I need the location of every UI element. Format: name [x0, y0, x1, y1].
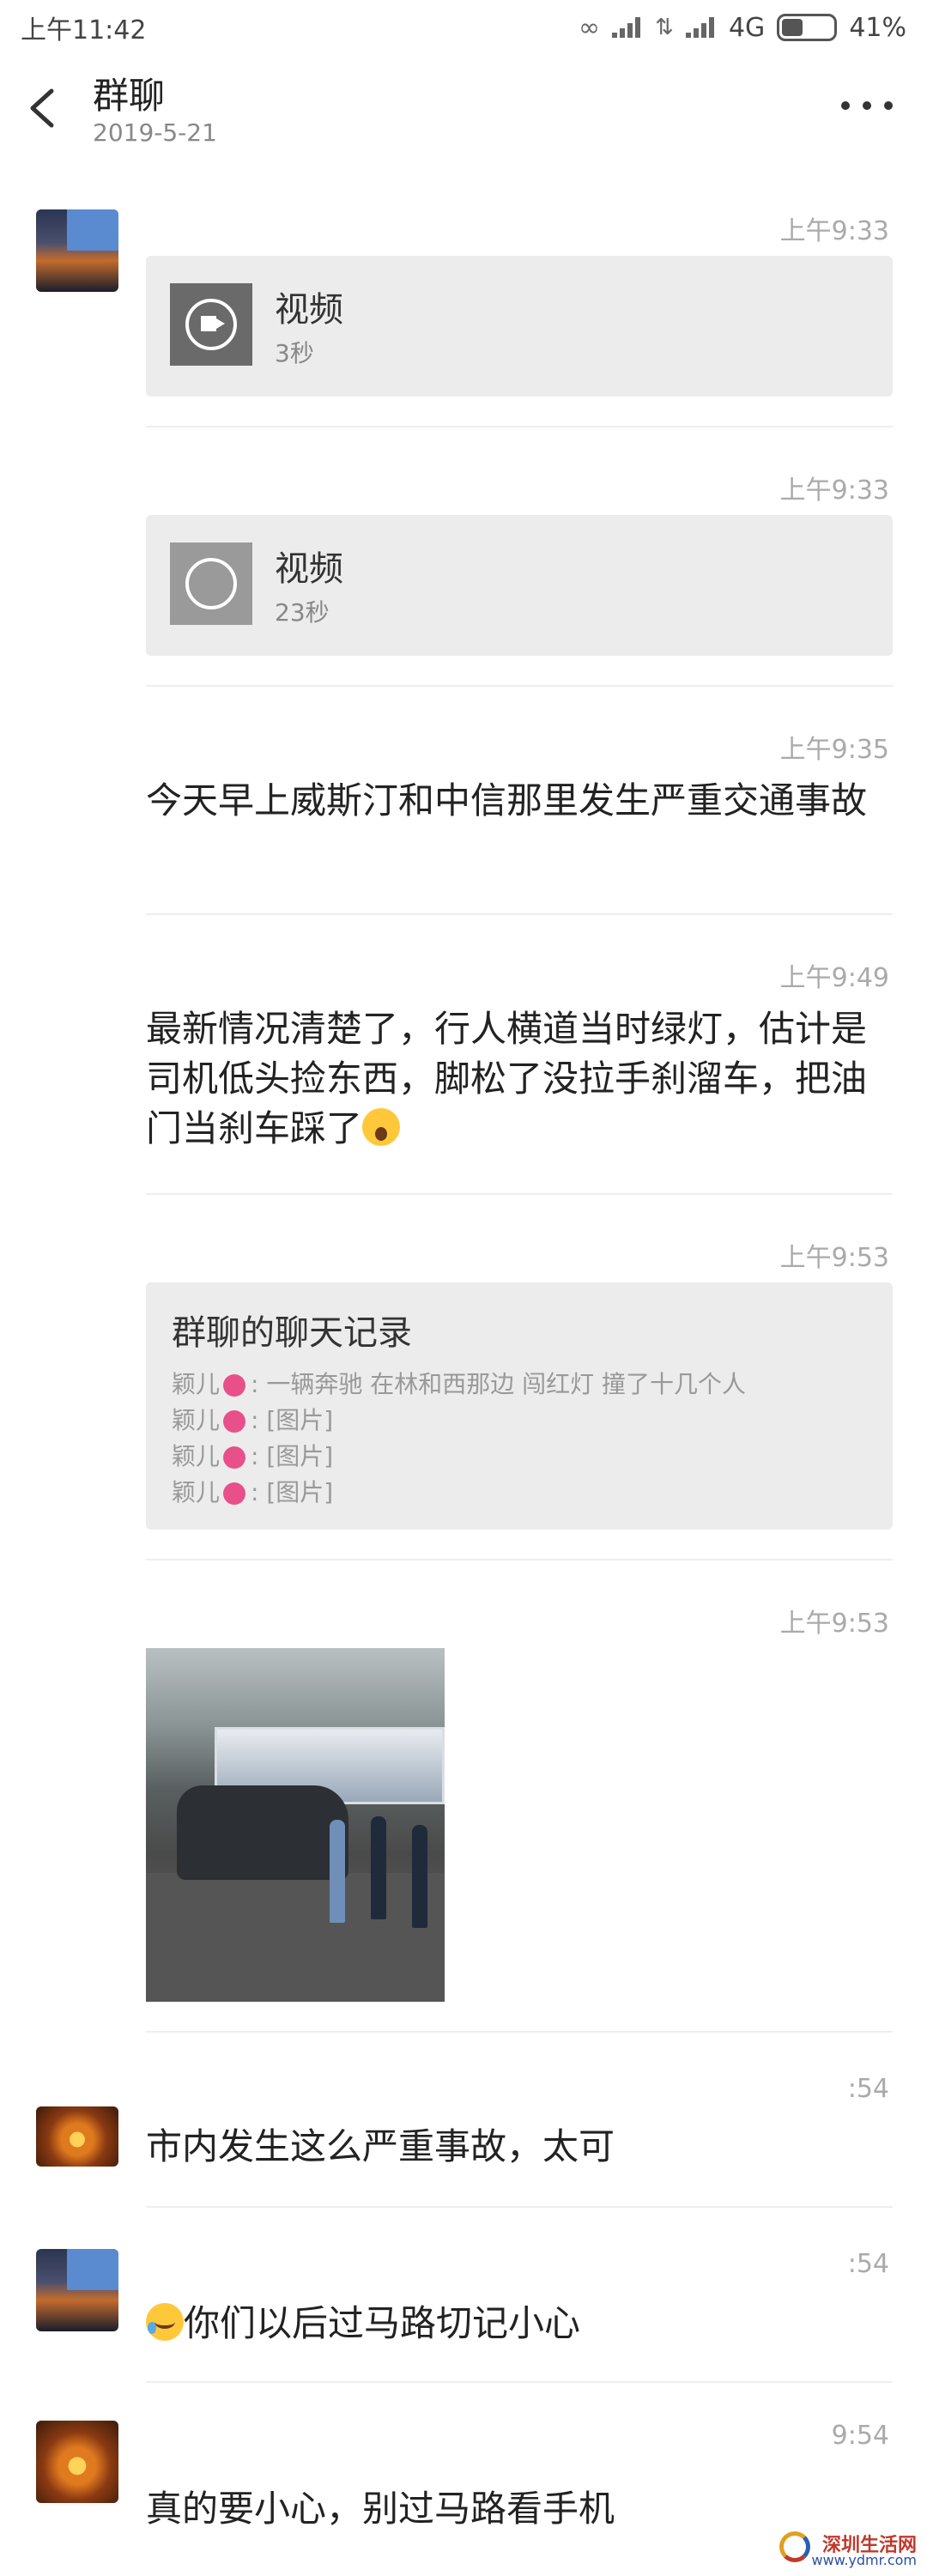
status-bar: 上午11:42 ∞ ⇅ 4G 41% [0, 0, 927, 55]
battery-percent: 41% [849, 12, 906, 43]
divider [146, 2031, 893, 2033]
peach-emoji-icon [223, 1482, 246, 1505]
message-video-1: 上午9:33 视频 3秒 [0, 184, 927, 441]
record-line: 颖儿: 一辆奔驰 在林和西那边 闯红灯 撞了十几个人 [172, 1370, 747, 1398]
message-chat-record: 上午9:53 群聊的聊天记录 颖儿: 一辆奔驰 在林和西那边 闯红灯 撞了十几个… [0, 1210, 927, 1571]
message-time: 上午9:49 [779, 963, 889, 993]
video-duration: 23秒 [275, 598, 330, 627]
peach-emoji-icon [223, 1446, 246, 1469]
message-time: 上午9:33 [779, 216, 889, 246]
video-card[interactable]: 视频 3秒 [146, 256, 893, 397]
status-icons: ∞ ⇅ 4G 41% [579, 13, 906, 43]
data-arrows-icon: ⇅ [655, 15, 674, 40]
video-duration: 3秒 [275, 339, 314, 367]
message-text-3: :54 市内发生这么严重事故，太可 [0, 2048, 927, 2220]
message-text: 你们以后过马路切记小心 [184, 2302, 581, 2344]
watermark-url: www.ydmr.com [811, 2552, 917, 2568]
video-thumbnail [170, 283, 252, 366]
accident-photo[interactable] [146, 1648, 445, 2002]
peach-emoji-icon [223, 1374, 246, 1397]
network-type: 4G [728, 12, 766, 43]
message-text: 今天早上威斯汀和中信那里发生严重交通事故 [146, 779, 868, 821]
message-time: :54 [847, 2074, 889, 2104]
record-line: 颖儿: [图片] [172, 1478, 334, 1506]
signal-icon [612, 17, 643, 38]
avatar[interactable] [36, 2249, 118, 2331]
message-time: 9:54 [831, 2421, 889, 2451]
divider [146, 426, 893, 427]
signal-icon-2 [685, 17, 717, 38]
message-text-2: 上午9:49 最新情况清楚了，行人横道当时绿灯，估计是司机低头捡东西，脚松了没拉… [0, 930, 927, 1188]
chat-header: 群聊 2019-5-21 [0, 55, 927, 158]
battery-icon [777, 14, 838, 41]
video-card[interactable]: 视频 23秒 [146, 515, 893, 656]
screaming-face-emoji-icon [362, 1108, 401, 1146]
chat-title: 群聊 [93, 75, 166, 117]
video-camera-icon [201, 316, 225, 331]
message-video-2: 上午9:33 视频 23秒 [0, 443, 927, 700]
peach-emoji-icon [223, 1410, 246, 1433]
back-arrow-icon[interactable] [26, 88, 60, 129]
avatar[interactable] [36, 209, 118, 292]
message-text-1: 上午9:35 今天早上威斯汀和中信那里发生严重交通事故 [0, 702, 927, 917]
avatar[interactable] [36, 2106, 118, 2167]
car-shape [177, 1785, 348, 1880]
divider [146, 1193, 893, 1195]
more-icon[interactable] [841, 93, 893, 118]
video-title: 视频 [275, 549, 343, 589]
video-thumbnail [170, 542, 252, 625]
message-time: 上午9:35 [779, 735, 889, 765]
person-shape [371, 1816, 386, 1919]
message-time: 上午9:53 [779, 1609, 889, 1639]
message-time: 上午9:53 [779, 1243, 889, 1273]
divider [146, 1559, 893, 1561]
message-time: :54 [847, 2249, 889, 2279]
chat-date: 2019-5-21 [93, 118, 217, 147]
divider [146, 685, 893, 687]
chat-record-card[interactable]: 群聊的聊天记录 颖儿: 一辆奔驰 在林和西那边 闯红灯 撞了十几个人 颖儿: [… [146, 1282, 893, 1530]
person-shape [330, 1820, 345, 1923]
message-time: 上午9:33 [779, 476, 889, 506]
logo-icon [779, 2531, 810, 2562]
video-title: 视频 [275, 290, 343, 330]
divider [146, 913, 893, 915]
message-text-4: :54 你们以后过马路切记小心 [0, 2223, 927, 2395]
message-text-wrap: 你们以后过马路切记小心 [146, 2299, 893, 2349]
message-text: 最新情况清楚了，行人横道当时绿灯，估计是司机低头捡东西，脚松了没拉手刹溜车，把油… [146, 1008, 868, 1149]
message-image: 上午9:53 [0, 1576, 927, 2040]
crying-face-emoji-icon [146, 2303, 184, 2341]
message-text: 市内发生这么严重事故，太可 [146, 2125, 615, 2167]
link-icon: ∞ [579, 12, 601, 43]
status-time: 上午11:42 [21, 15, 147, 45]
avatar[interactable] [36, 2421, 118, 2503]
message-text-wrap: 最新情况清楚了，行人横道当时绿灯，估计是司机低头捡东西，脚松了没拉手刹溜车，把油… [146, 1004, 893, 1154]
divider [146, 2206, 893, 2208]
site-watermark: 深圳生活网 www.ydmr.com [779, 2530, 917, 2571]
divider [146, 2381, 893, 2383]
record-line: 颖儿: [图片] [172, 1406, 334, 1434]
message-text: 真的要小心，别过马路看手机 [146, 2488, 615, 2530]
record-title: 群聊的聊天记录 [172, 1313, 412, 1353]
person-shape [412, 1825, 427, 1928]
road-shape [146, 1873, 445, 2002]
record-line: 颖儿: [图片] [172, 1442, 334, 1470]
